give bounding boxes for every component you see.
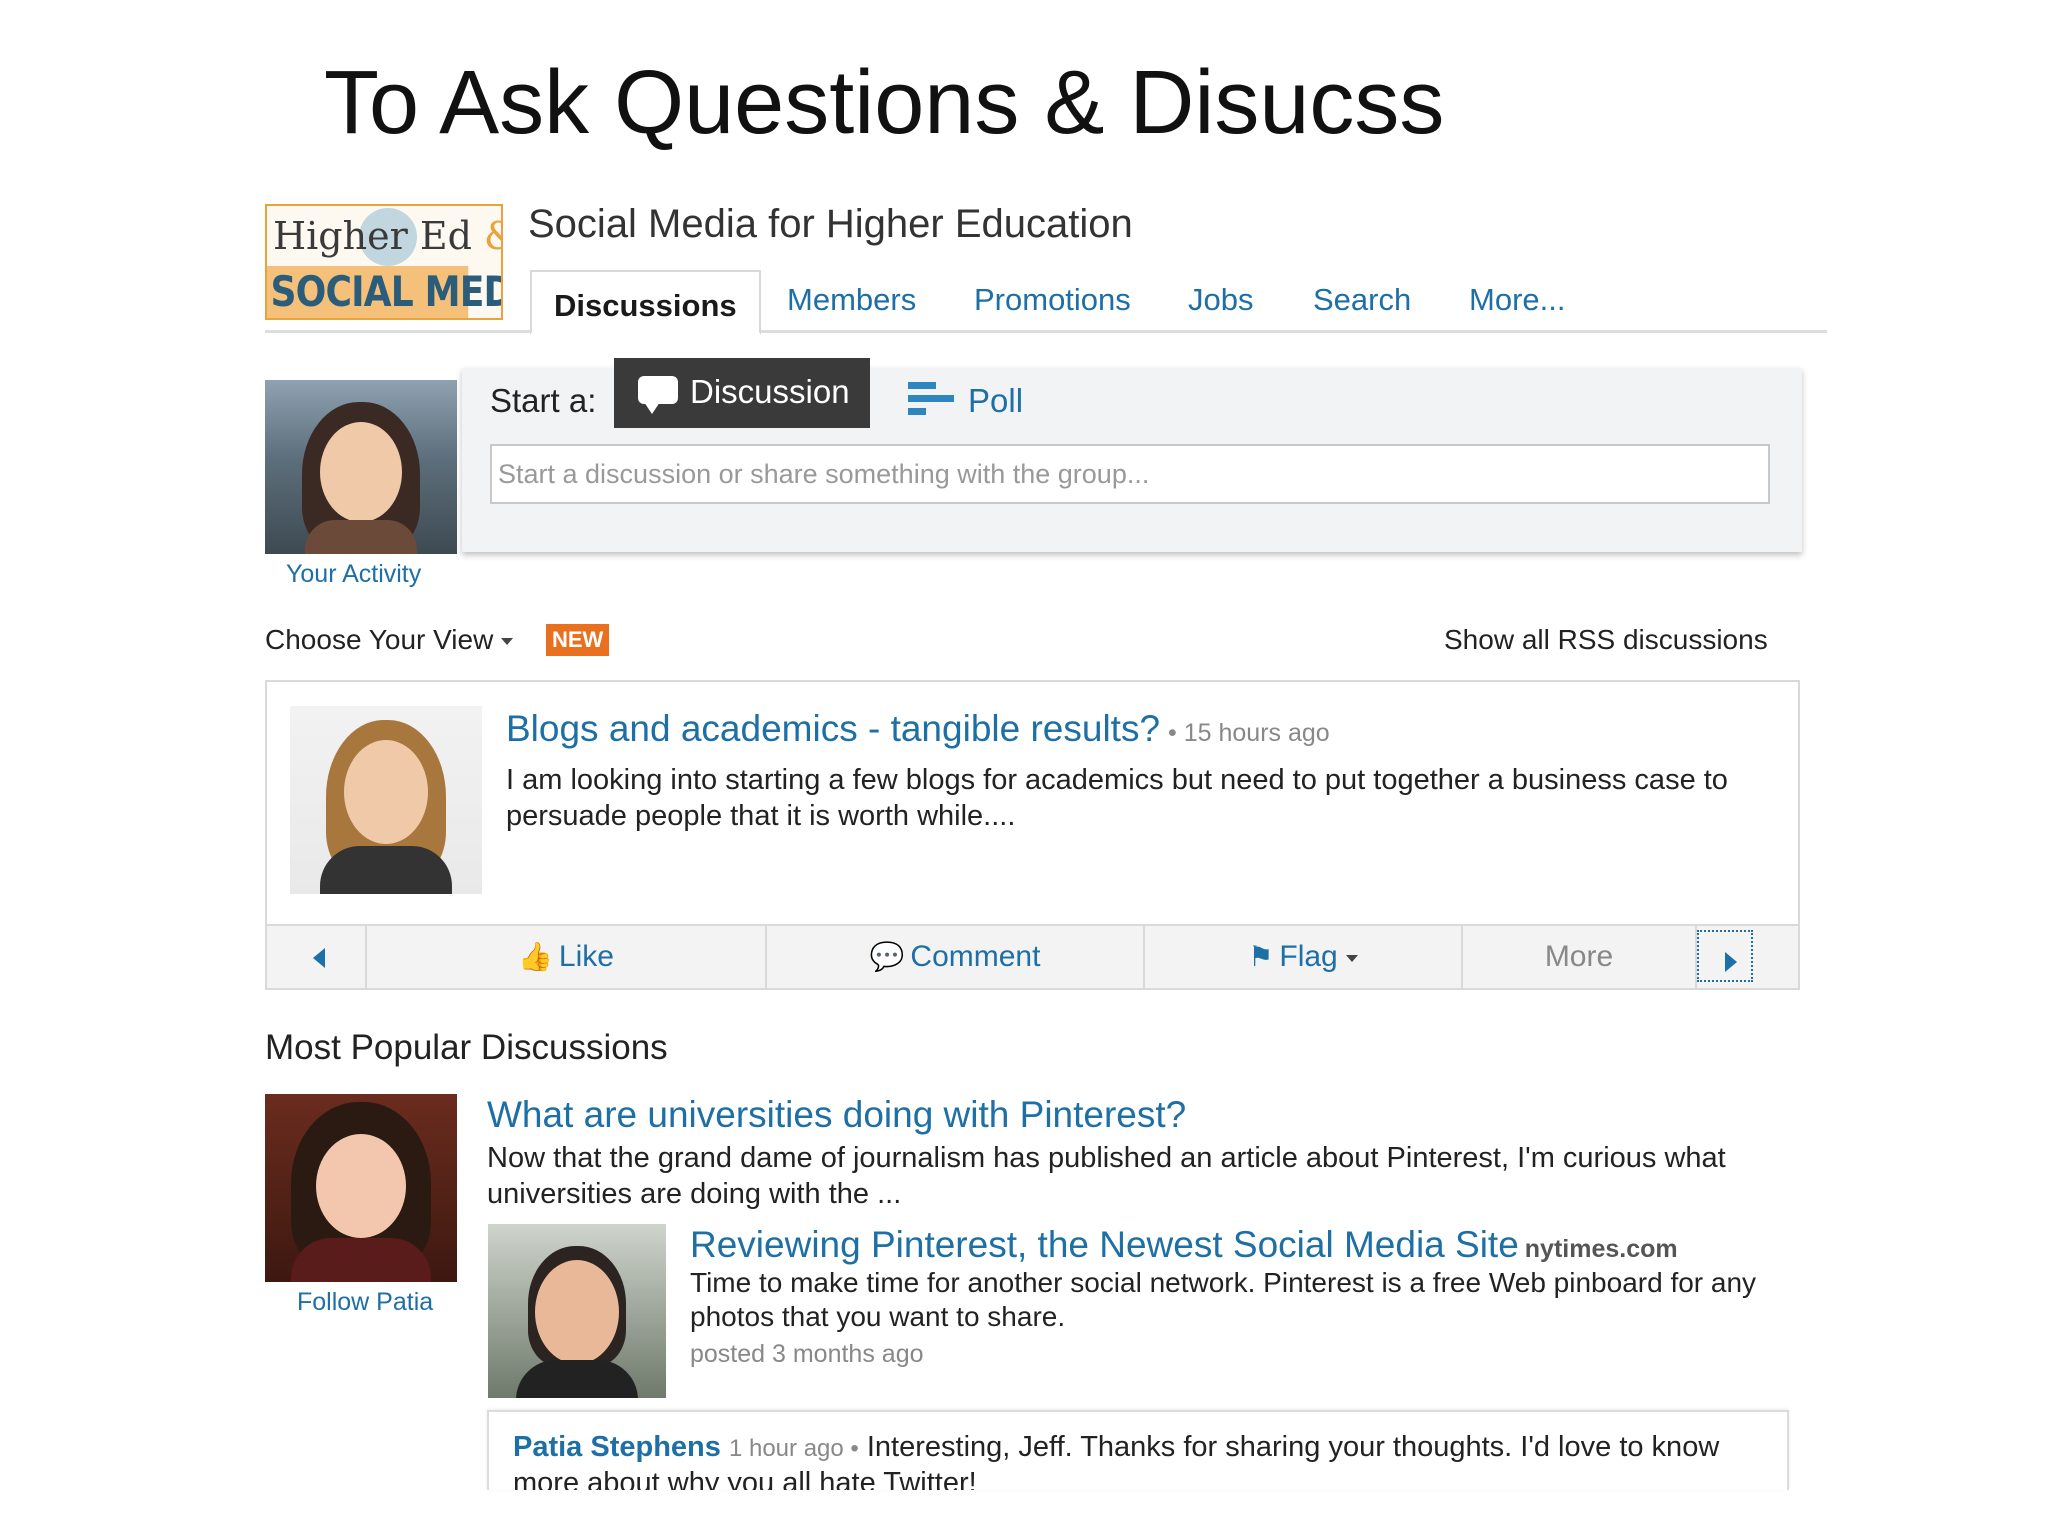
logo-top-text: Higher Ed & xyxy=(273,214,501,258)
tab-members[interactable]: Members xyxy=(787,282,916,318)
comment-time: 1 hour ago • xyxy=(728,1435,859,1462)
comment-button[interactable]: 💬 Comment xyxy=(767,926,1145,988)
group-name[interactable]: Social Media for Higher Education xyxy=(528,202,1133,247)
more-button[interactable]: More xyxy=(1463,926,1697,988)
caret-down-icon xyxy=(1345,954,1358,962)
discussion-time: • 15 hours ago xyxy=(1168,719,1330,747)
tab-more[interactable]: More... xyxy=(1469,282,1565,318)
article-thumbnail[interactable] xyxy=(488,1224,666,1398)
popular-discussion-title[interactable]: What are universities doing with Pintere… xyxy=(487,1094,1186,1136)
article-description: Time to make time for another social net… xyxy=(690,1267,1757,1332)
arrow-right-icon xyxy=(1725,952,1737,972)
article-source: nytimes.com xyxy=(1524,1235,1678,1263)
show-rss-link[interactable]: Show all RSS discussions xyxy=(1444,624,1768,656)
arrow-left-icon xyxy=(313,948,325,968)
article-title[interactable]: Reviewing Pinterest, the Newest Social M… xyxy=(690,1224,1678,1266)
previous-button[interactable] xyxy=(267,926,367,988)
your-avatar[interactable] xyxy=(265,380,457,554)
choose-view-dropdown[interactable]: Choose Your View xyxy=(265,624,514,656)
tab-search[interactable]: Search xyxy=(1313,282,1411,318)
slide-title: To Ask Questions & Disucss xyxy=(324,53,1445,153)
tab-jobs[interactable]: Jobs xyxy=(1188,282,1253,318)
comment-preview: Patia Stephens 1 hour ago • Interesting,… xyxy=(487,1410,1789,1490)
follow-link[interactable]: Follow Patia xyxy=(297,1288,433,1317)
start-discussion-button[interactable]: Discussion xyxy=(614,358,870,428)
tab-discussions[interactable]: Discussions xyxy=(530,270,761,335)
flag-icon: ⚑ xyxy=(1248,941,1274,972)
tab-promotions[interactable]: Promotions xyxy=(974,282,1131,318)
like-button[interactable]: 👍 Like xyxy=(367,926,767,988)
next-button[interactable] xyxy=(1697,930,1753,982)
start-poll-button[interactable]: Poll xyxy=(968,382,1023,420)
discussion-title[interactable]: Blogs and academics - tangible results? •… xyxy=(506,708,1330,750)
your-activity-link[interactable]: Your Activity xyxy=(286,560,421,589)
article-posted-time: posted 3 months ago xyxy=(690,1340,924,1368)
discussion-input[interactable]: Start a discussion or share something wi… xyxy=(490,444,1770,504)
speech-bubble-icon xyxy=(638,376,678,414)
caret-down-icon xyxy=(501,638,514,646)
popular-heading: Most Popular Discussions xyxy=(265,1028,668,1067)
flag-button[interactable]: ⚑ Flag xyxy=(1145,926,1463,988)
author-avatar[interactable] xyxy=(290,706,482,894)
comment-icon: 💬 xyxy=(869,941,905,972)
discussion-action-bar: 👍 Like 💬 Comment ⚑ Flag More xyxy=(265,924,1800,990)
new-badge: NEW xyxy=(546,624,610,656)
discussion-snippet: I am looking into starting a few blogs f… xyxy=(506,764,1728,832)
start-label: Start a: xyxy=(490,382,597,419)
comment-author[interactable]: Patia Stephens xyxy=(513,1431,721,1463)
thumbs-up-icon: 👍 xyxy=(518,941,553,972)
poster-avatar[interactable] xyxy=(265,1094,457,1282)
popular-discussion-snippet: Now that the grand dame of journalism ha… xyxy=(487,1142,1726,1210)
poll-icon[interactable] xyxy=(908,380,958,420)
